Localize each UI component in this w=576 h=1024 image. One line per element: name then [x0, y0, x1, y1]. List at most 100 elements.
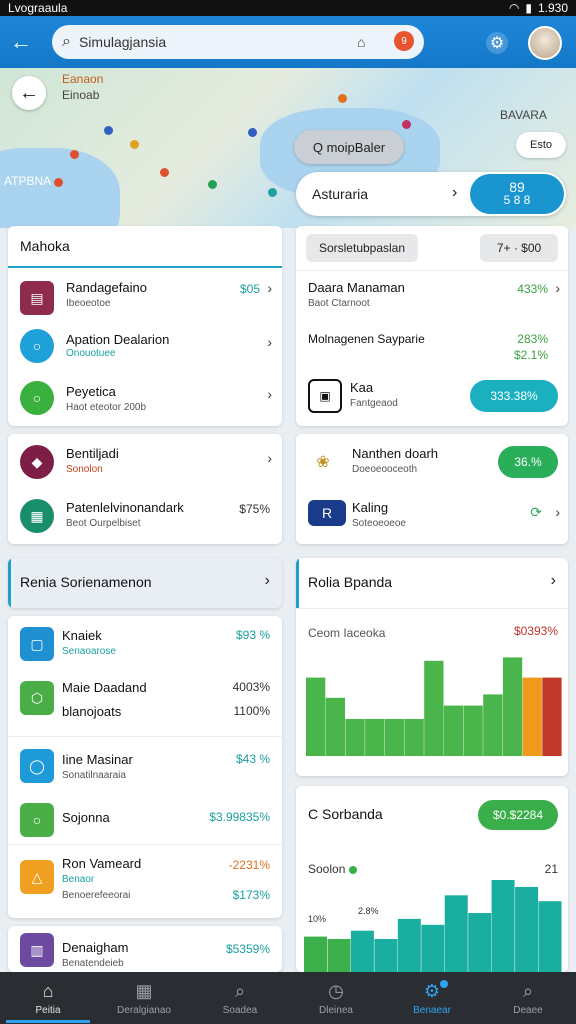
nav-item-explore[interactable]: ⌕ Deaee — [480, 972, 576, 1024]
map-marker[interactable] — [104, 126, 113, 135]
map-marker[interactable] — [160, 168, 169, 177]
map-marker[interactable] — [208, 180, 217, 189]
nav-item-settings[interactable]: ⚙ Benaear — [384, 972, 480, 1024]
chevron-right-icon: › — [267, 334, 272, 350]
item-subtitle: Beot Ourpelbiset — [66, 518, 141, 529]
chevron-right-icon: › — [267, 280, 272, 296]
search-box[interactable]: ⌕ ⌂ 9 — [52, 25, 424, 59]
nav-item-dashboard[interactable]: ▦ Deralgianao — [96, 972, 192, 1024]
list-item[interactable]: ○ Sojonna $3.99835% — [8, 800, 282, 840]
chart-card-2: C Sorbanda $0.$2284 Soolon 21 10% 2.8% — [296, 786, 568, 972]
item-subtitle: Sonatilnaaraia — [62, 770, 126, 781]
card-icon: ◯ — [20, 749, 54, 783]
item-title: Maie Daadand — [62, 680, 147, 695]
chart-label: Ceom Iaceoka — [308, 626, 386, 640]
avatar[interactable] — [528, 26, 562, 60]
map-marker[interactable] — [54, 178, 63, 187]
notification-dot — [440, 980, 448, 988]
list-item[interactable]: ▦ Patenlelvinonandark Beot Ourpelbiset $… — [8, 494, 282, 538]
item-title: Peyetica — [66, 384, 116, 399]
value-pill[interactable]: $0.$2284 — [478, 800, 558, 830]
eta-bottom: 5 8 8 — [503, 193, 531, 207]
card-icon: ▤ — [20, 281, 54, 315]
left-card-1: Mahoka ▤ Randagefaino Ibeoeotoe $05 › ○ … — [8, 226, 282, 426]
bottom-navigation: ⌂ Peitia ▦ Deralgianao ⌕ Soadea ◷ Dleine… — [0, 972, 576, 1024]
eta-button[interactable]: 89 5 8 8 — [470, 174, 564, 214]
list-item[interactable]: ○ Peyetica Haot eteotor 200b › — [8, 376, 282, 420]
list-item[interactable]: ▢ Knaiek Senaoarose $93 % — [8, 622, 282, 666]
settings-icon[interactable]: ⚙ — [486, 32, 508, 54]
list-item[interactable]: △ Ron Vameard Benaor Benoerefeeorai -223… — [8, 850, 282, 910]
map-marker[interactable] — [248, 128, 257, 137]
search-icon: ⌕ — [522, 980, 534, 1001]
route-card[interactable]: Asturaria › 89 5 8 8 — [296, 172, 566, 216]
list-item[interactable]: ▥ Denaigham Benatendeieb $5359% — [8, 930, 282, 970]
item-value: $3.99835% — [209, 810, 270, 824]
nav-label: Dleinea — [319, 1004, 353, 1016]
refresh-icon[interactable]: ⟳ — [530, 504, 542, 521]
map-label: Eanaon — [62, 72, 104, 86]
map-marker[interactable] — [402, 120, 411, 129]
card-title: Mahoka — [20, 238, 70, 254]
list-item[interactable]: ○ Apation Dealarion Onouotuee › — [8, 324, 282, 368]
range-selector[interactable]: 7+ · $00 — [480, 234, 558, 262]
search-input[interactable] — [78, 34, 349, 50]
nav-item-history[interactable]: ◷ Dleinea — [288, 972, 384, 1024]
list-item[interactable]: ◯ Iine Masinar Sonatilnaaraia $43 % — [8, 744, 282, 788]
item-subtitle: Soteoeoeoe — [352, 518, 406, 529]
notification-badge[interactable]: 9 — [394, 31, 414, 51]
item-value: $43 % — [235, 752, 270, 766]
item-title: Denaigham — [62, 940, 129, 955]
chart-bar — [522, 677, 542, 756]
item-title: Apation Dealarion — [66, 332, 170, 347]
status-time: 1.930 — [537, 1, 568, 15]
item-title: Sojonna — [62, 810, 110, 825]
value-pill[interactable]: 36.% — [498, 446, 558, 478]
chart-bar — [542, 677, 562, 756]
item-value: -2231% — [228, 858, 270, 872]
list-item[interactable]: ◆ Bentiljadi Sonolon › — [8, 440, 282, 484]
list-item[interactable]: Molnagenen Sayparie 283% $2.1% — [296, 328, 568, 368]
item-value: 1100% — [233, 704, 270, 718]
list-item[interactable]: ⬡ Maie Daadand blanojoats 4003% 1100% — [8, 676, 282, 720]
chevron-right-icon: › — [452, 184, 458, 201]
section-title: C Sorbanda — [308, 806, 383, 822]
list-item[interactable]: ❀ Nanthen doarh Doeoeooceoth 36.% — [296, 440, 568, 484]
brand-icon: ▣ — [308, 379, 342, 413]
value-pill[interactable]: 333.38% — [470, 380, 558, 412]
item-subtitle: Ibeoeotoe — [66, 298, 111, 309]
list-item[interactable]: ▤ Randagefaino Ibeoeotoe $05 › — [8, 276, 282, 320]
search-icon: ⌕ — [62, 33, 71, 50]
chart-bar — [306, 677, 326, 756]
map-label: ATPBNA — [4, 174, 52, 188]
tab-segment[interactable]: Sorsletubpaslan — [306, 234, 418, 262]
section-header[interactable]: Renia Sorienamenon › — [8, 558, 282, 608]
list-item[interactable]: Daara Manaman Baot Ctarnoot 433% › — [296, 276, 568, 316]
chart-bar — [483, 694, 503, 756]
chart-card-1: Rolia Bpanda › Ceom Iaceoka $0393% — [296, 558, 568, 776]
card-icon: ○ — [20, 329, 54, 363]
item-title: Kaa — [350, 380, 374, 395]
map-marker[interactable] — [268, 188, 277, 197]
chart-bar — [443, 705, 464, 756]
chart-bar — [463, 705, 483, 756]
map-zoom-chip[interactable]: Esto — [516, 132, 566, 158]
chevron-right-icon[interactable]: › — [551, 572, 556, 590]
nav-item-search[interactable]: ⌕ Soadea — [192, 972, 288, 1024]
nav-label: Peitia — [35, 1004, 61, 1016]
right-card-2: ❀ Nanthen doarh Doeoeooceoth 36.% R Kali… — [296, 434, 568, 544]
nav-item-home[interactable]: ⌂ Peitia — [0, 972, 96, 1024]
map-back-button[interactable]: ← — [12, 76, 46, 110]
list-item[interactable]: ▣ Kaa Fantgeaod 333.38% — [296, 374, 568, 418]
map-marker[interactable] — [70, 150, 79, 159]
map-place-chip[interactable]: Q moipBaler — [294, 130, 404, 164]
item-subtitle: Senaoarose — [62, 646, 116, 657]
pin-icon[interactable]: ⌂ — [357, 34, 365, 50]
item-value: $5359% — [225, 942, 270, 956]
list-item[interactable]: R Kaling Soteoeoeoe ⟳ › — [296, 494, 568, 538]
map-marker[interactable] — [338, 94, 347, 103]
bar-chart-2 — [304, 880, 562, 972]
map-marker[interactable] — [130, 140, 139, 149]
chart-bar — [515, 887, 539, 972]
back-arrow-icon[interactable]: ← — [10, 29, 38, 55]
